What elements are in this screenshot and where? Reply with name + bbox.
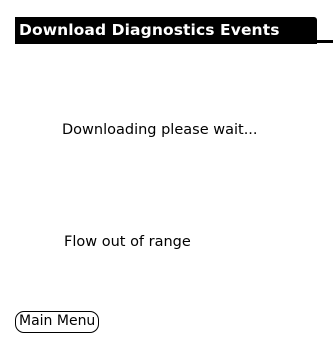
palm-form: Download Diagnostics Events Downloading …	[0, 0, 333, 337]
form-title: Download Diagnostics Events	[19, 21, 280, 39]
main-menu-button[interactable]: Main Menu	[15, 311, 100, 333]
download-status-text: Downloading please wait...	[62, 122, 258, 138]
error-message-text: Flow out of range	[64, 234, 191, 250]
title-underline	[15, 40, 333, 43]
